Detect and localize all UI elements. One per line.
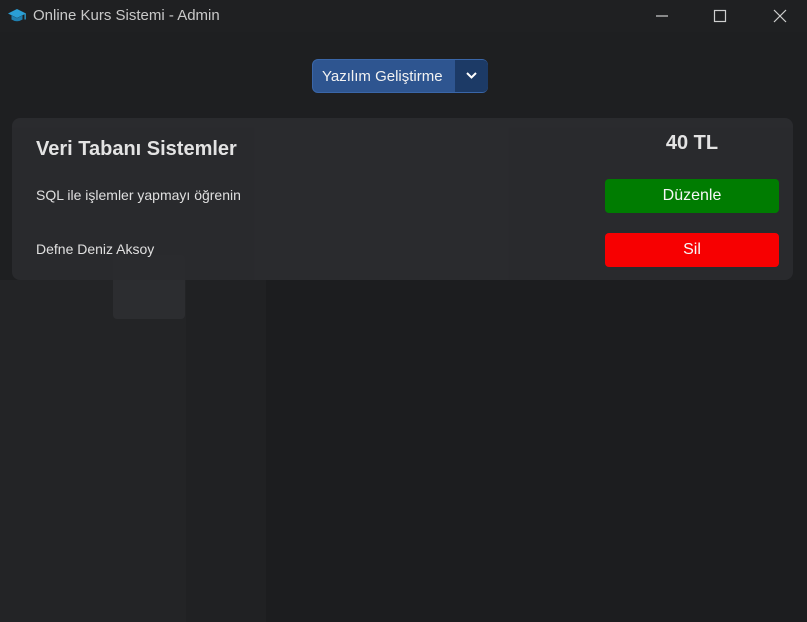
maximize-button[interactable]	[697, 0, 743, 32]
close-icon	[773, 9, 787, 23]
edit-button[interactable]: Düzenle	[605, 179, 779, 213]
maximize-icon	[713, 9, 727, 23]
minimize-button[interactable]	[639, 0, 685, 32]
chevron-down-icon	[466, 72, 477, 79]
category-dropdown[interactable]: Yazılım Geliştirme	[312, 59, 488, 93]
graduation-cap-icon	[7, 7, 27, 25]
title-bar: Online Kurs Sistemi - Admin	[0, 0, 807, 32]
minimize-icon	[656, 15, 668, 17]
course-title: Veri Tabanı Sistemler	[36, 138, 237, 160]
close-button[interactable]	[757, 0, 803, 32]
course-price: 40 TL	[665, 132, 719, 154]
category-selected-value: Yazılım Geliştirme	[322, 68, 443, 85]
dropdown-toggle-button[interactable]	[455, 60, 488, 92]
delete-button[interactable]: Sil	[605, 233, 779, 267]
course-instructor: Defne Deniz Aksoy	[36, 241, 155, 257]
background-ghost-column	[186, 280, 266, 622]
background-ghost-main	[266, 280, 807, 622]
background-ghost-panel	[0, 280, 186, 622]
window-title: Online Kurs Sistemi - Admin	[33, 7, 220, 24]
course-card: Veri Tabanı Sistemler 40 TL SQL ile işle…	[12, 118, 793, 280]
course-description: SQL ile işlemler yapmayı öğrenin	[36, 187, 241, 203]
